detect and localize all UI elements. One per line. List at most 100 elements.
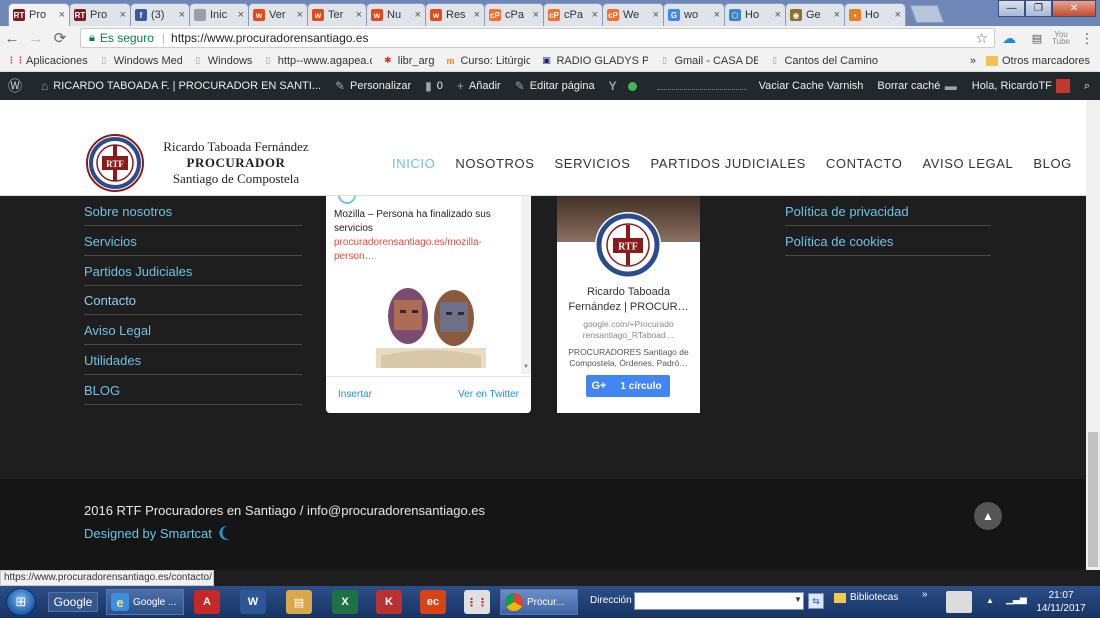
chrome-menu-icon[interactable]: ⋮ — [1078, 29, 1096, 47]
bookmark-item[interactable]: ✱ libr_arg — [382, 55, 434, 67]
youtube-extension-icon[interactable]: You Tube — [1052, 29, 1070, 47]
wp-add-new[interactable]: + Añadir — [457, 79, 501, 93]
close-window-button[interactable]: ✕ — [1052, 0, 1096, 17]
bookmark-item[interactable]: m Curso: Litúrgics — [444, 55, 530, 67]
view-on-twitter-link[interactable]: Ver en Twitter — [458, 389, 519, 400]
tab-close-icon[interactable]: × — [653, 9, 659, 21]
footer-link[interactable]: Sobre nosotros — [84, 196, 302, 226]
back-to-top-button[interactable]: ▲ — [974, 502, 1002, 530]
nav-item-aviso-legal[interactable]: AVISO LEGAL — [922, 156, 1013, 171]
tab-close-icon[interactable]: × — [775, 9, 781, 21]
tab-close-icon[interactable]: × — [356, 9, 362, 21]
tweet-scrollbar[interactable]: ▼ — [521, 192, 531, 374]
tab-close-icon[interactable]: × — [592, 9, 598, 21]
nav-item-inicio[interactable]: INICIO — [392, 156, 435, 171]
gplus-follow-button[interactable]: G+ 1 círculo — [586, 375, 670, 397]
browser-tab[interactable]: Inic × — [189, 3, 249, 26]
tweet-link[interactable]: procuradorensantiago.es/mozilla-person… — [334, 237, 482, 262]
wp-notes-icon[interactable]: ▬ — [945, 79, 962, 93]
browser-tab[interactable]: w Nu × — [366, 3, 426, 26]
toolbar-overflow-icon[interactable]: » — [922, 589, 928, 600]
bookmark-item[interactable]: ▯ Windows Media — [98, 55, 181, 67]
address-dropdown-icon[interactable]: ▼ — [794, 595, 802, 604]
tab-close-icon[interactable]: × — [834, 9, 840, 21]
bookmarks-overflow-icon[interactable]: » — [970, 55, 976, 67]
google-toolbar-button[interactable]: Google — [48, 592, 98, 612]
rtf-seal-logo[interactable]: RTF — [85, 133, 145, 193]
excel-icon[interactable]: X — [332, 590, 358, 614]
back-icon[interactable]: ← — [0, 30, 24, 47]
browser-tab[interactable]: w Ter × — [307, 3, 367, 26]
app-ec-icon[interactable]: ec — [420, 590, 446, 614]
tab-close-icon[interactable]: × — [533, 9, 539, 21]
wp-logo-icon[interactable]: Ⓦ — [8, 76, 27, 96]
tray-pen-icon[interactable] — [946, 591, 972, 613]
explorer-folder-icon[interactable]: ▤ — [286, 590, 312, 614]
footer-legal-link[interactable]: Política de privacidad — [785, 196, 991, 226]
footer-link[interactable]: Servicios — [84, 226, 302, 256]
tweet-image[interactable] — [376, 278, 486, 368]
browser-tab[interactable]: ◉ Ge × — [785, 3, 845, 26]
tab-close-icon[interactable]: × — [297, 9, 303, 21]
libraries-toolbar[interactable]: Bibliotecas — [834, 592, 898, 603]
browser-tab[interactable]: Gwo × — [663, 3, 725, 26]
taskbar-ie-window[interactable]: e Google ... — [106, 589, 184, 615]
nav-item-servicios[interactable]: SERVICIOS — [555, 156, 631, 171]
browser-tab[interactable]: cP cPa × — [484, 3, 544, 26]
minimize-button[interactable]: — — [998, 0, 1025, 17]
start-button[interactable]: ⊞ — [6, 588, 36, 616]
bookmark-item[interactable]: ⋮⋮ Aplicaciones — [10, 55, 88, 67]
gplus-url[interactable]: google.com/+Procurado rensantiago_RTaboa… — [561, 319, 696, 341]
address-toolbar-input[interactable] — [634, 592, 804, 610]
forward-icon[interactable]: → — [24, 30, 48, 47]
page-scrollbar-thumb[interactable] — [1088, 432, 1098, 567]
word-icon[interactable]: W — [240, 590, 266, 614]
wp-comments[interactable]: ▮ 0 — [425, 79, 443, 93]
tab-close-icon[interactable]: × — [120, 9, 126, 21]
tab-close-icon[interactable]: × — [179, 9, 185, 21]
tab-close-icon[interactable]: × — [714, 9, 720, 21]
embed-link[interactable]: Insertar — [338, 389, 372, 400]
wp-user-greeting[interactable]: Hola, RicardoTF — [972, 79, 1070, 93]
new-tab-button[interactable] — [909, 5, 945, 23]
browser-tab[interactable]: cP cPa × — [543, 3, 603, 26]
browser-tab[interactable]: w Ver × — [248, 3, 308, 26]
apps-grid-icon[interactable]: ⋮⋮ — [464, 590, 490, 614]
maximize-button[interactable]: ❐ — [1025, 0, 1052, 17]
wp-edit-page[interactable]: ✎ Editar página — [515, 79, 595, 93]
nav-item-nosotros[interactable]: NOSOTROS — [455, 156, 534, 171]
gplus-name[interactable]: Ricardo Taboada Fernández | PROCUR… — [561, 285, 696, 315]
app-k-icon[interactable]: K — [376, 590, 402, 614]
address-go-icon[interactable]: ⇆ — [808, 593, 824, 609]
browser-tab[interactable]: RT Pro × — [8, 3, 70, 26]
footer-link[interactable]: Utilidades — [84, 345, 302, 375]
browser-tab[interactable]: w Res × — [425, 3, 485, 26]
gplus-seal-logo[interactable]: RTF — [595, 212, 661, 278]
footer-link[interactable]: Contacto — [84, 285, 302, 316]
bookmark-item[interactable]: ▯ Cantos del Camino N — [768, 55, 878, 67]
address-bar[interactable]: 🔒︎ Es seguro | https://www.procuradorens… — [80, 28, 995, 48]
bookmark-star-icon[interactable]: ☆ — [975, 30, 988, 47]
browser-tab[interactable]: cP We × — [602, 3, 664, 26]
tab-close-icon[interactable]: × — [238, 9, 244, 21]
other-bookmarks[interactable]: Otros marcadores — [985, 55, 1090, 67]
reload-icon[interactable]: ⟳ — [48, 29, 72, 47]
wp-site-name[interactable]: ⌂ RICARDO TABOADA F. | PROCURADOR EN SANT… — [41, 79, 321, 93]
designed-by[interactable]: Designed by Smartcat — [84, 525, 231, 541]
bookmark-item[interactable]: ▯ http--www.agapea.cc — [262, 55, 371, 67]
tab-close-icon[interactable]: × — [415, 9, 421, 21]
nav-item-contacto[interactable]: CONTACTO — [826, 156, 903, 171]
footer-link[interactable]: Partidos Judiciales — [84, 256, 302, 286]
browser-tab[interactable]: ⬡ Ho × — [724, 3, 786, 26]
wp-search-icon[interactable]: ⌕ — [1084, 80, 1090, 93]
taskbar-chrome-window[interactable]: Procur... — [500, 589, 578, 615]
tray-show-hidden-icon[interactable]: ▲ — [986, 596, 994, 605]
bookmark-item[interactable]: ▣ RADIO GLADYS PALM — [540, 55, 648, 67]
footer-link[interactable]: Aviso Legal — [84, 315, 302, 346]
browser-tab[interactable]: f (3) × — [130, 3, 190, 26]
tab-close-icon[interactable]: × — [474, 9, 480, 21]
site-brand[interactable]: Ricardo Taboada Fernández PROCURADOR San… — [156, 139, 316, 187]
bookmark-item[interactable]: ▯ Gmail - CASA DE MA — [658, 55, 758, 67]
cloud-extension-icon[interactable]: ☁ — [1000, 29, 1018, 47]
browser-tab[interactable]: RT Pro × — [69, 3, 131, 26]
